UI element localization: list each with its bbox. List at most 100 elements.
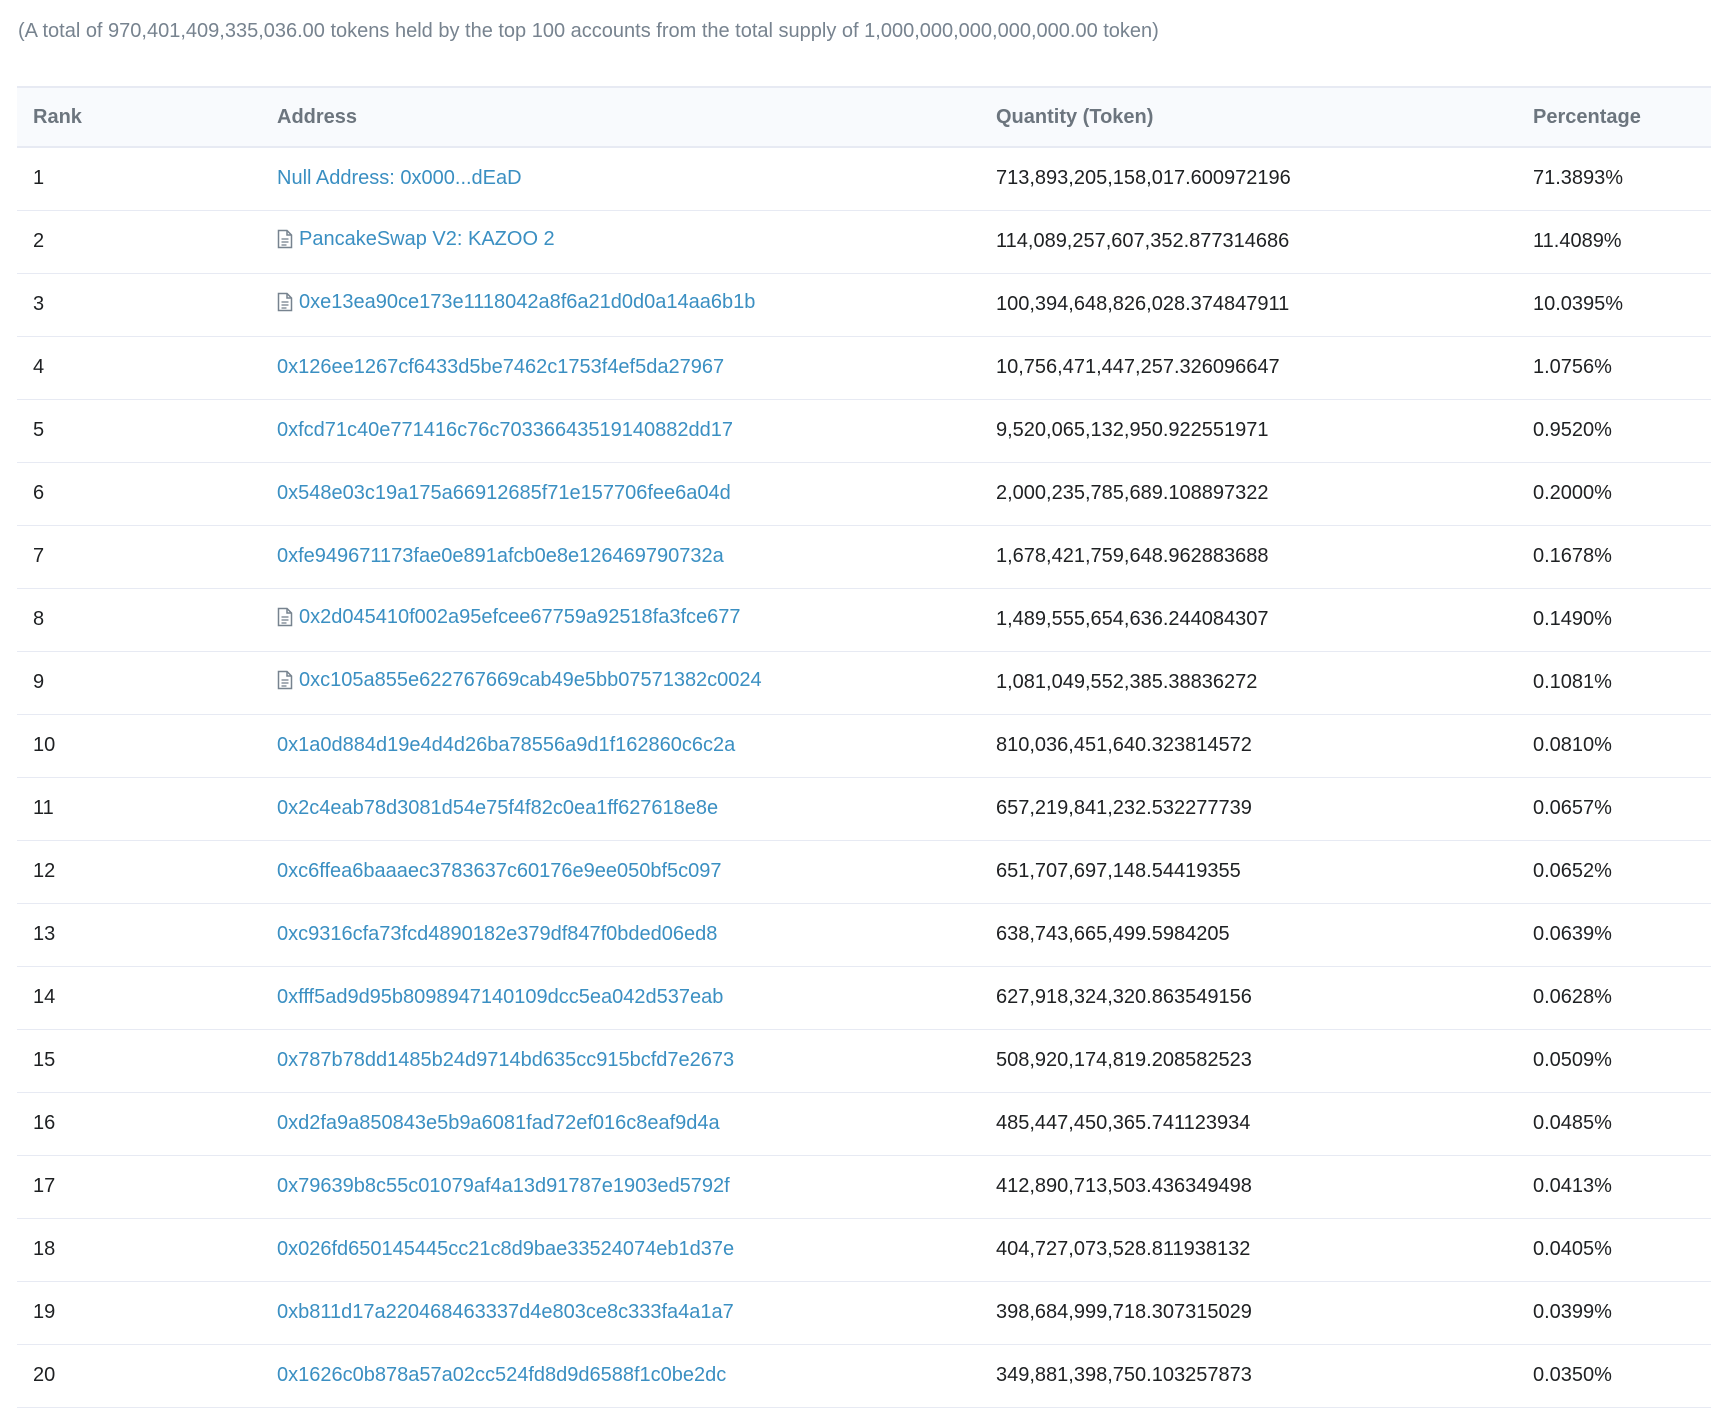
percentage-cell: 11.4089% <box>1533 210 1711 274</box>
address-cell: 0xc9316cfa73fcd4890182e379df847f0bded06e… <box>146 903 996 967</box>
percentage-cell: 0.0405% <box>1533 1218 1711 1282</box>
rank-cell: 6 <box>17 462 146 526</box>
address-text: 0x1626c0b878a57a02cc524fd8d9d6588f1c0be2… <box>277 1364 727 1386</box>
quantity-cell: 10,756,471,447,257.326096647 <box>996 336 1533 400</box>
table-row: 17 0x79639b8c55c01079af4a13d91787e1903ed5… <box>17 1155 1711 1219</box>
percentage-cell: 0.0399% <box>1533 1281 1711 1345</box>
document-icon <box>277 670 293 690</box>
address-link[interactable]: 0x026fd650145445cc21c8d9bae33524074eb1d3… <box>277 1238 734 1261</box>
quantity-cell: 2,000,235,785,689.108897322 <box>996 462 1533 526</box>
table-row: 1 Null Address: 0x000...dEaD 713,893,205,1… <box>17 147 1711 211</box>
address-text: 0xe13ea90ce173e1118042a8f6a21d0d0a14aa6b… <box>299 290 756 313</box>
address-link[interactable]: 0xb811d17a220468463337d4e803ce8c333fa4a1… <box>277 1301 734 1324</box>
address-cell: 0x1626c0b878a57a02cc524fd8d9d6588f1c0be2… <box>146 1344 996 1408</box>
address-text: 0x2c4eab78d3081d54e75f4f82c0ea1ff627618e… <box>277 797 719 819</box>
rank-cell: 15 <box>17 1029 146 1093</box>
address-link[interactable]: 0x79639b8c55c01079af4a13d91787e1903ed579… <box>277 1175 730 1198</box>
address-link[interactable]: 0xd2fa9a850843e5b9a6081fad72ef016c8eaf9d… <box>277 1112 720 1135</box>
percentage-cell: 0.0628% <box>1533 966 1711 1030</box>
address-text: 0x1a0d884d19e4d4d26ba78556a9d1f162860c6c… <box>277 734 736 756</box>
rank-cell: 18 <box>17 1218 146 1282</box>
rank-cell: 11 <box>17 777 146 841</box>
percentage-cell: 0.0639% <box>1533 903 1711 967</box>
address-text: 0x026fd650145445cc21c8d9bae33524074eb1d3… <box>277 1238 735 1260</box>
table-row: 15 0x787b78dd1485b24d9714bd635cc915bcfd7e… <box>17 1029 1711 1093</box>
address-link[interactable]: 0x787b78dd1485b24d9714bd635cc915bcfd7e26… <box>277 1049 734 1072</box>
document-icon <box>277 292 293 312</box>
quantity-cell: 412,890,713,503.436349498 <box>996 1155 1533 1219</box>
table-row: 3 0xe13ea90ce173e1118042a8f6a21d0d0a14aa6… <box>17 273 1711 337</box>
rank-cell: 2 <box>17 210 146 274</box>
address-cell: 0xe13ea90ce173e1118042a8f6a21d0d0a14aa6b… <box>146 273 996 337</box>
rank-cell: 8 <box>17 588 146 652</box>
address-cell: Null Address: 0x000...dEaD <box>146 147 996 211</box>
address-link[interactable]: 0x1a0d884d19e4d4d26ba78556a9d1f162860c6c… <box>277 734 735 757</box>
percentage-cell: 0.0810% <box>1533 714 1711 778</box>
quantity-cell: 349,881,398,750.103257873 <box>996 1344 1533 1408</box>
table-row: 19 0xb811d17a220468463337d4e803ce8c333fa4… <box>17 1281 1711 1345</box>
rank-cell: 12 <box>17 840 146 904</box>
header-percentage: Percentage <box>1533 105 1641 128</box>
table-row: 11 0x2c4eab78d3081d54e75f4f82c0ea1ff62761… <box>17 777 1711 841</box>
address-link[interactable]: 0x2d045410f002a95efcee67759a92518fa3fce6… <box>277 606 741 629</box>
address-link[interactable]: 0x1626c0b878a57a02cc524fd8d9d6588f1c0be2… <box>277 1364 726 1387</box>
address-link[interactable]: 0xc105a855e622767669cab49e5bb07571382c00… <box>277 669 762 692</box>
quantity-cell: 713,893,205,158,017.600972196 <box>996 147 1533 211</box>
address-cell: 0xfcd71c40e771416c76c70336643519140882dd… <box>146 399 996 463</box>
percentage-cell: 71.3893% <box>1533 147 1711 211</box>
quantity-cell: 657,219,841,232.532277739 <box>996 777 1533 841</box>
address-link[interactable]: PancakeSwap V2: KAZOO 2 <box>277 228 555 251</box>
rank-cell: 20 <box>17 1344 146 1408</box>
percentage-cell: 0.0350% <box>1533 1344 1711 1408</box>
table-row: 18 0x026fd650145445cc21c8d9bae33524074eb1… <box>17 1218 1711 1282</box>
address-link[interactable]: 0xfff5ad9d95b8098947140109dcc5ea042d537e… <box>277 986 723 1009</box>
quantity-cell: 638,743,665,499.5984205 <box>996 903 1533 967</box>
address-text: 0xfff5ad9d95b8098947140109dcc5ea042d537e… <box>277 986 724 1008</box>
address-link[interactable]: 0xc6ffea6baaaec3783637c60176e9ee050bf5c0… <box>277 860 722 883</box>
rank-cell: 7 <box>17 525 146 589</box>
address-link[interactable]: 0x548e03c19a175a66912685f71e157706fee6a0… <box>277 482 731 505</box>
rank-cell: 9 <box>17 651 146 715</box>
quantity-cell: 810,036,451,640.323814572 <box>996 714 1533 778</box>
address-cell: 0x1a0d884d19e4d4d26ba78556a9d1f162860c6c… <box>146 714 996 778</box>
table-row: 7 0xfe949671173fae0e891afcb0e8e1264697907… <box>17 525 1711 589</box>
address-link[interactable]: 0x126ee1267cf6433d5be7462c1753f4ef5da279… <box>277 356 724 379</box>
address-link[interactable]: 0xfcd71c40e771416c76c70336643519140882dd… <box>277 419 733 442</box>
address-cell: 0xd2fa9a850843e5b9a6081fad72ef016c8eaf9d… <box>146 1092 996 1156</box>
rank-cell: 17 <box>17 1155 146 1219</box>
holders-summary: (A total of 970,401,409,335,036.00 token… <box>18 20 1159 42</box>
rank-cell: 3 <box>17 273 146 337</box>
percentage-cell: 0.1490% <box>1533 588 1711 652</box>
address-link[interactable]: 0xe13ea90ce173e1118042a8f6a21d0d0a14aa6b… <box>277 291 755 314</box>
document-icon <box>277 229 293 249</box>
percentage-cell: 0.0413% <box>1533 1155 1711 1219</box>
quantity-cell: 9,520,065,132,950.922551971 <box>996 399 1533 463</box>
address-cell: 0xb811d17a220468463337d4e803ce8c333fa4a1… <box>146 1281 996 1345</box>
address-link[interactable]: Null Address: 0x000...dEaD <box>277 167 522 190</box>
quantity-cell: 651,707,697,148.54419355 <box>996 840 1533 904</box>
address-text: 0x787b78dd1485b24d9714bd635cc915bcfd7e26… <box>277 1049 735 1071</box>
address-link[interactable]: 0xfe949671173fae0e891afcb0e8e12646979073… <box>277 545 724 568</box>
quantity-cell: 100,394,648,826,028.374847911 <box>996 273 1533 337</box>
table-row: 2 PancakeSwap V2: KAZOO 2 114,089,257,607,… <box>17 210 1711 274</box>
address-cell: PancakeSwap V2: KAZOO 2 <box>146 210 996 274</box>
address-cell: 0x787b78dd1485b24d9714bd635cc915bcfd7e26… <box>146 1029 996 1093</box>
table-row: 5 0xfcd71c40e771416c76c70336643519140882d… <box>17 399 1711 463</box>
percentage-cell: 1.0756% <box>1533 336 1711 400</box>
rank-cell: 14 <box>17 966 146 1030</box>
address-cell: 0x2c4eab78d3081d54e75f4f82c0ea1ff627618e… <box>146 777 996 841</box>
table-row: 8 0x2d045410f002a95efcee67759a92518fa3fce… <box>17 588 1711 652</box>
percentage-cell: 0.0657% <box>1533 777 1711 841</box>
table-row: 9 0xc105a855e622767669cab49e5bb07571382c0… <box>17 651 1711 715</box>
address-text: 0xb811d17a220468463337d4e803ce8c333fa4a1… <box>277 1301 734 1323</box>
table-row: 6 0x548e03c19a175a66912685f71e157706fee6a… <box>17 462 1711 526</box>
table-row: 4 0x126ee1267cf6433d5be7462c1753f4ef5da27… <box>17 336 1711 400</box>
address-link[interactable]: 0x2c4eab78d3081d54e75f4f82c0ea1ff627618e… <box>277 797 718 820</box>
quantity-cell: 114,089,257,607,352.877314686 <box>996 210 1533 274</box>
percentage-cell: 10.0395% <box>1533 273 1711 337</box>
quantity-cell: 398,684,999,718.307315029 <box>996 1281 1533 1345</box>
address-link[interactable]: 0xc9316cfa73fcd4890182e379df847f0bded06e… <box>277 923 717 946</box>
address-cell: 0xc105a855e622767669cab49e5bb07571382c00… <box>146 651 996 715</box>
table-row: 16 0xd2fa9a850843e5b9a6081fad72ef016c8eaf… <box>17 1092 1711 1156</box>
quantity-cell: 508,920,174,819.208582523 <box>996 1029 1533 1093</box>
